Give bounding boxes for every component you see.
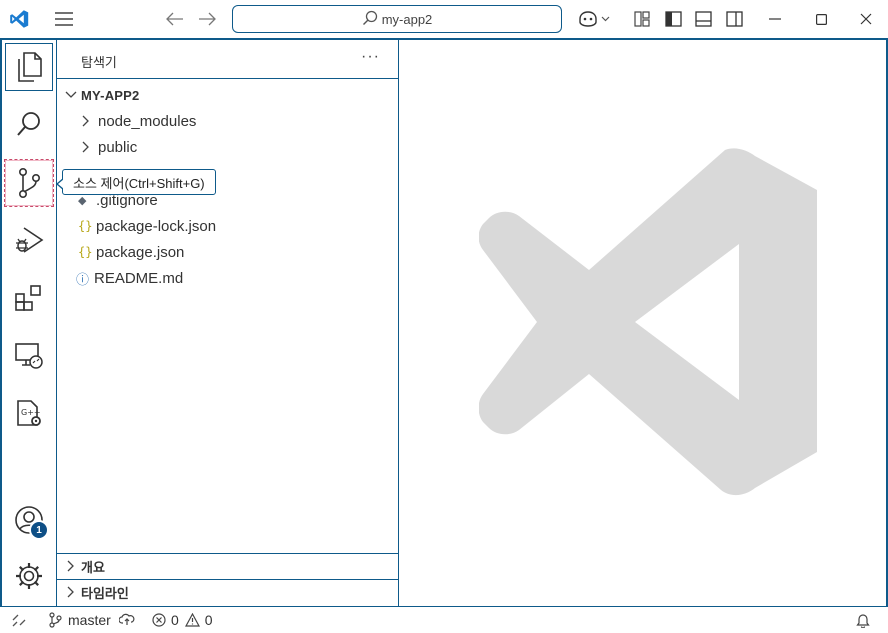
copilot-icon[interactable] [576,8,612,30]
git-file-icon: ◆ [78,194,87,207]
remote-explorer-icon[interactable] [5,332,53,380]
section-timeline[interactable]: 타임라인 [57,580,398,604]
extensions-icon[interactable] [5,274,53,322]
tree-item-package-lock[interactable]: {} package-lock.json [57,213,398,239]
maximize-icon[interactable] [810,9,832,29]
command-center-label: my-app2 [381,11,433,27]
status-bar: master 0 0 [0,607,888,633]
explorer-icon[interactable] [5,43,53,91]
tree-item-node-modules[interactable]: node_modules [57,108,398,134]
tree-item-label: package.json [96,243,185,261]
minimize-icon[interactable] [764,9,786,29]
toggle-panel-icon[interactable] [693,9,713,29]
root-folder[interactable]: MY-APP2 [57,82,398,108]
tree-item-public[interactable]: public [57,134,398,160]
vscode-window: my-app2 G++ 1 탐색기 ··· MY-APP2 node_modul… [0,0,888,633]
chevron-down-icon [63,87,79,103]
title-bar: my-app2 [0,0,888,38]
chevron-right-icon [78,139,94,155]
sidebar-title: 탐색기 [81,55,117,70]
search-icon [362,10,382,29]
source-control-tooltip: 소스 제어(Ctrl+Shift+G) [56,169,216,195]
vscode-logo-icon [8,8,30,30]
gcc-settings-icon[interactable]: G++ [5,390,53,438]
root-folder-label: MY-APP2 [81,87,140,103]
editor-area[interactable] [399,40,886,606]
source-control-icon[interactable] [4,159,54,207]
toggle-secondary-sidebar-icon[interactable] [724,9,744,29]
warning-icon [184,613,200,627]
customize-layout-icon[interactable] [632,9,652,29]
tree-item-label: package-lock.json [96,217,217,235]
explorer-sidebar: 탐색기 ··· MY-APP2 node_modules public ◆ .g… [57,40,398,606]
section-label: 타임라인 [81,585,129,601]
section-label: 개요 [81,559,105,575]
notifications-bell-icon[interactable] [856,607,870,633]
json-file-icon: {} [78,245,93,259]
chevron-right-icon [63,584,79,600]
accounts-badge: 1 [29,520,49,540]
error-icon [152,613,166,627]
problems-indicator[interactable]: 0 0 [152,607,213,633]
run-debug-icon[interactable] [5,216,53,264]
sync-cloud-icon [118,612,135,629]
branch-name: master [68,612,111,628]
tree-item-package-json[interactable]: {} package.json [57,239,398,265]
manage-gear-icon[interactable] [5,552,53,600]
chevron-right-icon [78,113,94,129]
forward-arrow-icon[interactable] [196,9,218,29]
info-file-icon: ⓘ [76,271,90,287]
tree-item-label: README.md [94,269,184,287]
close-icon[interactable] [855,9,877,29]
activity-bar: G++ 1 [2,40,56,606]
more-actions-icon[interactable]: ··· [361,48,380,66]
sidebar-header-divider [57,78,398,79]
remote-indicator-icon[interactable] [12,607,26,633]
section-outline[interactable]: 개요 [57,554,398,578]
warning-count: 0 [204,612,213,628]
error-count: 0 [171,612,179,628]
vscode-watermark-logo [479,148,817,495]
tree-item-readme[interactable]: ⓘ README.md [57,265,398,291]
chevron-right-icon [63,558,79,574]
search-icon[interactable] [5,100,53,148]
branch-icon [49,612,62,628]
back-arrow-icon[interactable] [164,9,186,29]
svg-text:G++: G++ [21,408,41,417]
toggle-primary-sidebar-icon[interactable] [663,9,683,29]
menu-icon[interactable] [52,9,76,29]
tree-item-label: node_modules [98,112,197,130]
tree-item-label: public [98,138,138,156]
command-center-search[interactable]: my-app2 [232,5,562,33]
branch-indicator[interactable]: master [48,607,135,633]
json-file-icon: {} [78,219,93,233]
